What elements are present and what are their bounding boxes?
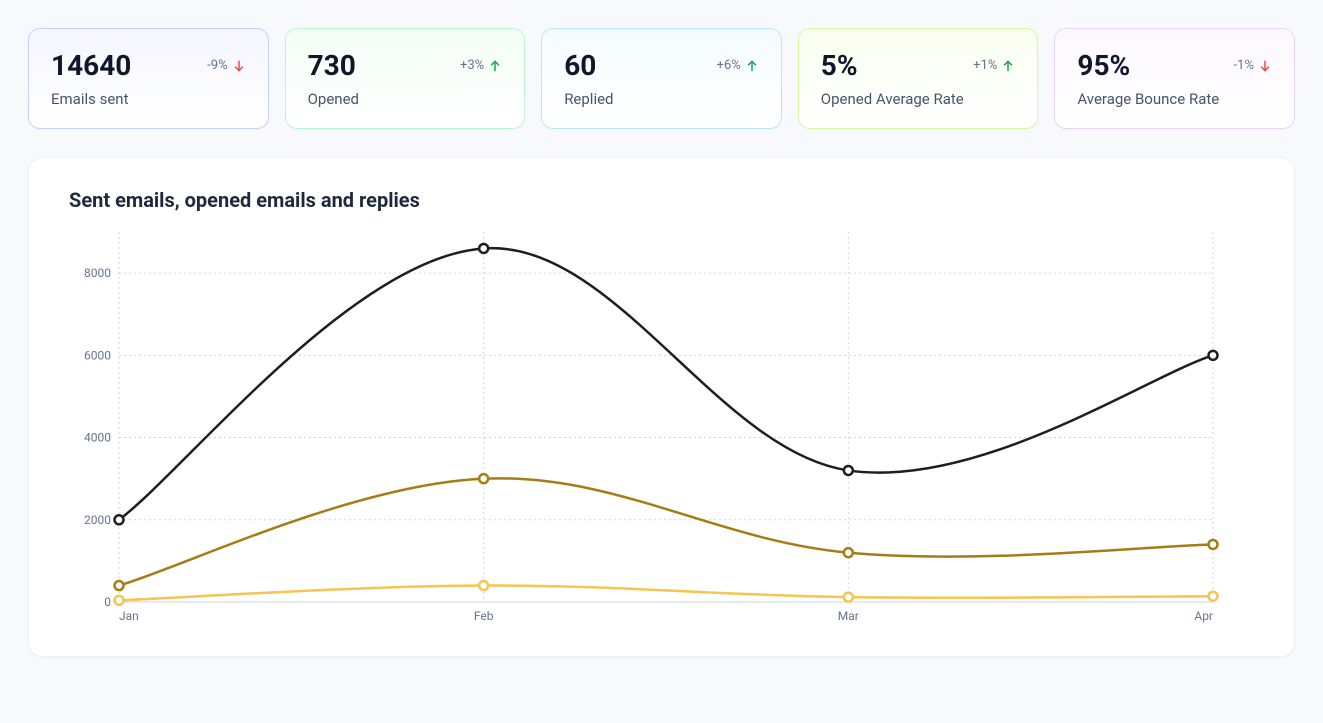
stat-opened-average-rate: 5% +1% Opened Average Rate <box>798 28 1039 129</box>
stat-replied: 60 +6% Replied <box>541 28 782 129</box>
line-chart: 0 2000 4000 6000 8000 Jan Feb Mar Apr <box>69 222 1223 632</box>
stat-value: 60 <box>564 49 596 82</box>
stat-delta: +3% <box>460 58 502 73</box>
arrow-up-icon <box>488 59 502 73</box>
svg-text:4000: 4000 <box>84 431 111 445</box>
stat-value: 95% <box>1077 49 1130 82</box>
stat-delta: -9% <box>207 58 245 73</box>
stat-label: Opened Average Rate <box>821 90 1016 108</box>
stat-average-bounce-rate: 95% -1% Average Bounce Rate <box>1054 28 1295 129</box>
svg-text:Jan: Jan <box>119 609 139 623</box>
arrow-down-icon <box>1258 59 1272 73</box>
svg-text:0: 0 <box>104 595 111 609</box>
stat-label: Replied <box>564 90 759 108</box>
chart-title: Sent emails, opened emails and replies <box>69 188 1254 212</box>
svg-text:Apr: Apr <box>1194 609 1213 623</box>
stat-label: Emails sent <box>51 90 246 108</box>
stat-delta: +6% <box>717 58 759 73</box>
arrow-up-icon <box>1001 59 1015 73</box>
arrow-up-icon <box>745 59 759 73</box>
svg-text:6000: 6000 <box>84 348 111 362</box>
stat-label: Average Bounce Rate <box>1077 90 1272 108</box>
stat-opened: 730 +3% Opened <box>285 28 526 129</box>
stat-value: 14640 <box>51 49 131 82</box>
stat-emails-sent: 14640 -9% Emails sent <box>28 28 269 129</box>
stat-value: 5% <box>821 49 858 82</box>
stat-delta: -1% <box>1234 58 1272 73</box>
svg-text:Mar: Mar <box>838 609 859 623</box>
arrow-down-icon <box>232 59 246 73</box>
svg-text:8000: 8000 <box>84 266 111 280</box>
stat-value: 730 <box>308 49 356 82</box>
stats-row: 14640 -9% Emails sent 730 +3% Opened 60 <box>28 28 1295 129</box>
chart-card: Sent emails, opened emails and replies 0… <box>28 157 1295 657</box>
stat-delta: +1% <box>973 58 1015 73</box>
svg-text:Feb: Feb <box>474 609 494 623</box>
stat-label: Opened <box>308 90 503 108</box>
svg-text:2000: 2000 <box>84 513 111 527</box>
